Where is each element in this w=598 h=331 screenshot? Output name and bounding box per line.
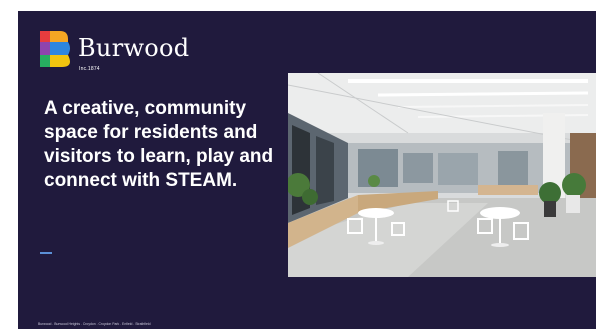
brand-established: Inc.1874 — [79, 66, 100, 72]
headline: A creative, community space for resident… — [44, 98, 274, 191]
library-photo — [286, 72, 596, 277]
brand-name: Burwood — [78, 34, 190, 62]
accent-line — [40, 252, 52, 254]
slide: Burwood Inc.1874 A creative, community s… — [18, 11, 596, 329]
burwood-logo-mark-icon — [40, 31, 70, 67]
footer-suburbs: Burwood . Burwood Heights . Croydon . Cr… — [38, 322, 151, 326]
burwood-logo: Burwood Inc.1874 — [38, 29, 198, 79]
